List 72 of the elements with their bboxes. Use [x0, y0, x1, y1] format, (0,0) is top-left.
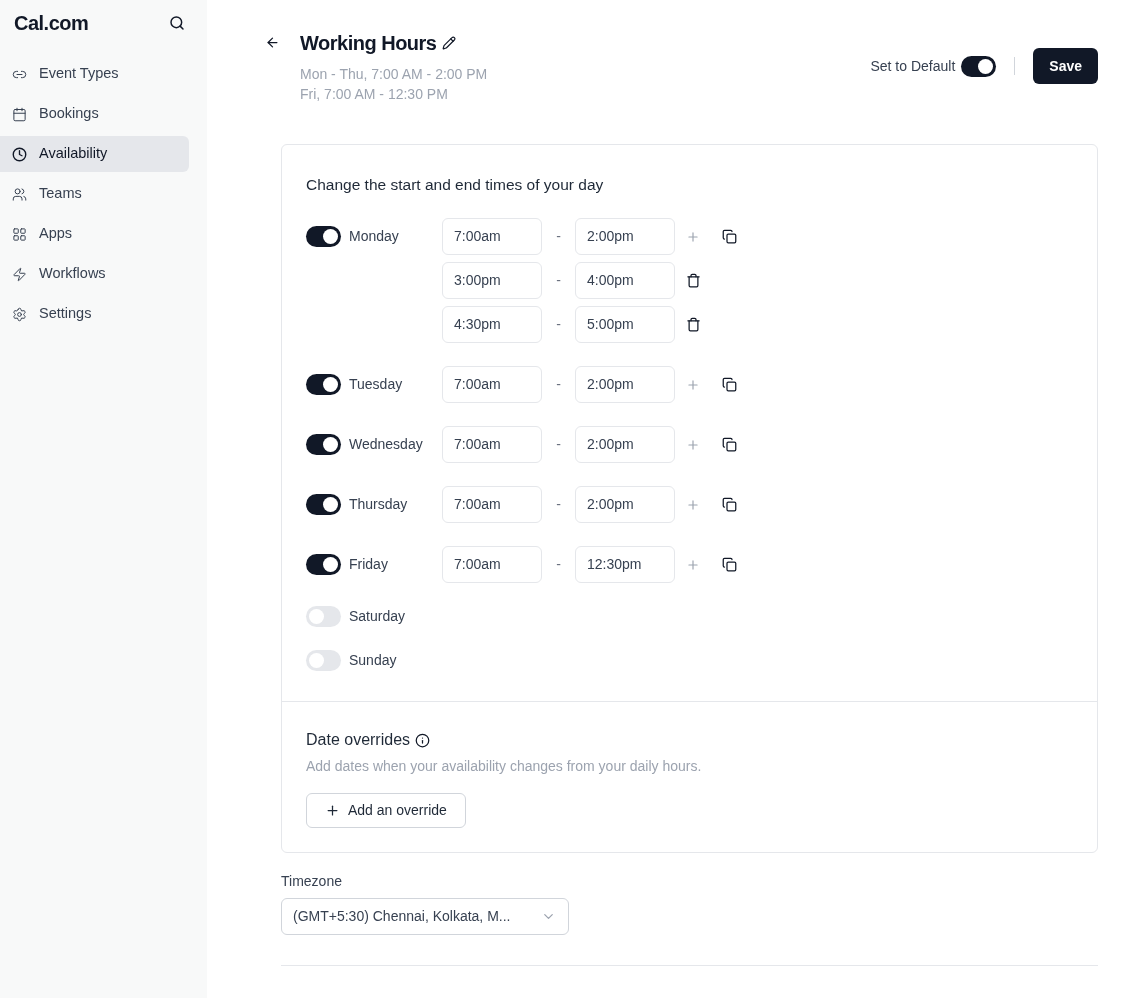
- copy-icon[interactable]: [722, 437, 737, 453]
- default-toggle[interactable]: [961, 55, 997, 77]
- day-name: Monday: [349, 227, 399, 247]
- section-heading: Change the start and end times of your day: [306, 175, 605, 195]
- day-name: Friday: [349, 555, 388, 575]
- pencil-icon[interactable]: [442, 36, 457, 50]
- calendar-icon: [12, 106, 27, 122]
- time-separator: -: [555, 495, 562, 515]
- plus-icon: [325, 803, 340, 819]
- time-separator: -: [555, 271, 562, 291]
- overrides-title: Date overrides: [306, 730, 411, 751]
- trash-icon[interactable]: [686, 317, 701, 333]
- time-select[interactable]: 12:30pm: [575, 546, 675, 584]
- day-toggle[interactable]: [306, 494, 341, 516]
- add-override-button[interactable]: Add an override: [306, 793, 466, 829]
- sidebar-item[interactable]: Workflows: [0, 256, 189, 292]
- schedule-summary: Fri, 7:00 AM - 12:30 PM: [300, 85, 449, 104]
- time-select[interactable]: 2:00pm: [575, 486, 675, 524]
- info-icon[interactable]: [415, 732, 431, 748]
- day-toggle[interactable]: [306, 606, 341, 628]
- time-select[interactable]: 7:00am: [442, 546, 542, 584]
- day-toggle[interactable]: [306, 554, 341, 576]
- time-select[interactable]: 5:00pm: [575, 306, 675, 344]
- overrides-description: Add dates when your availability changes from your daily hours.: [306, 757, 703, 777]
- time-select[interactable]: 7:00am: [442, 486, 542, 524]
- timezone-label: Timezone: [281, 872, 343, 892]
- time-separator: -: [555, 375, 562, 395]
- day-name: Sunday: [349, 651, 397, 671]
- time-separator: -: [555, 435, 562, 455]
- day-name: Saturday: [349, 607, 406, 627]
- schedule-summary: Mon - Thu, 7:00 AM - 2:00 PM: [300, 65, 488, 84]
- time-select[interactable]: 2:00pm: [575, 366, 675, 404]
- day-toggle[interactable]: [306, 434, 341, 456]
- day-name: Wednesday: [349, 435, 423, 455]
- sidebar-item[interactable]: Event Types: [0, 56, 189, 92]
- time-select[interactable]: 3:00pm: [442, 262, 542, 300]
- sidebar-item[interactable]: Teams: [0, 176, 189, 212]
- day-toggle[interactable]: [306, 374, 341, 396]
- sidebar-item[interactable]: Apps: [0, 216, 189, 252]
- day-toggle[interactable]: [306, 226, 341, 248]
- clock-icon: [12, 146, 27, 162]
- timezone-select[interactable]: (GMT+5:30) Chennai, Kolkata, M...: [281, 898, 569, 936]
- lightning-icon: [12, 266, 27, 282]
- sidebar-item[interactable]: Bookings: [0, 96, 189, 132]
- time-select[interactable]: 7:00am: [442, 366, 542, 404]
- copy-icon[interactable]: [722, 377, 737, 393]
- users-icon: [12, 186, 27, 202]
- settings-icon: [12, 306, 27, 322]
- logo: Cal.com: [14, 11, 89, 36]
- day-name: Tuesday: [349, 375, 403, 395]
- sidebar-item[interactable]: Settings: [0, 296, 189, 332]
- search-icon[interactable]: [169, 15, 185, 31]
- time-select[interactable]: 4:00pm: [575, 262, 675, 300]
- time-select[interactable]: 2:00pm: [575, 426, 675, 464]
- time-separator: -: [555, 315, 562, 335]
- set-default-label: Set to Default: [870, 56, 956, 76]
- time-separator: -: [555, 555, 562, 575]
- time-select[interactable]: 7:00am: [442, 426, 542, 464]
- page-title: Working Hours: [300, 31, 437, 56]
- trash-icon[interactable]: [686, 273, 701, 289]
- time-select[interactable]: 7:00am: [442, 218, 542, 256]
- copy-icon[interactable]: [722, 557, 737, 573]
- time-select[interactable]: 2:00pm: [575, 218, 675, 256]
- save-button[interactable]: Save: [1033, 48, 1098, 84]
- sidebar-item[interactable]: Availability: [0, 136, 189, 172]
- time-select[interactable]: 4:30pm: [442, 306, 542, 344]
- grid-icon: [12, 226, 27, 242]
- time-separator: -: [555, 227, 562, 247]
- copy-icon[interactable]: [722, 229, 737, 245]
- day-name: Thursday: [349, 495, 408, 515]
- day-toggle[interactable]: [306, 650, 341, 672]
- copy-icon[interactable]: [722, 497, 737, 513]
